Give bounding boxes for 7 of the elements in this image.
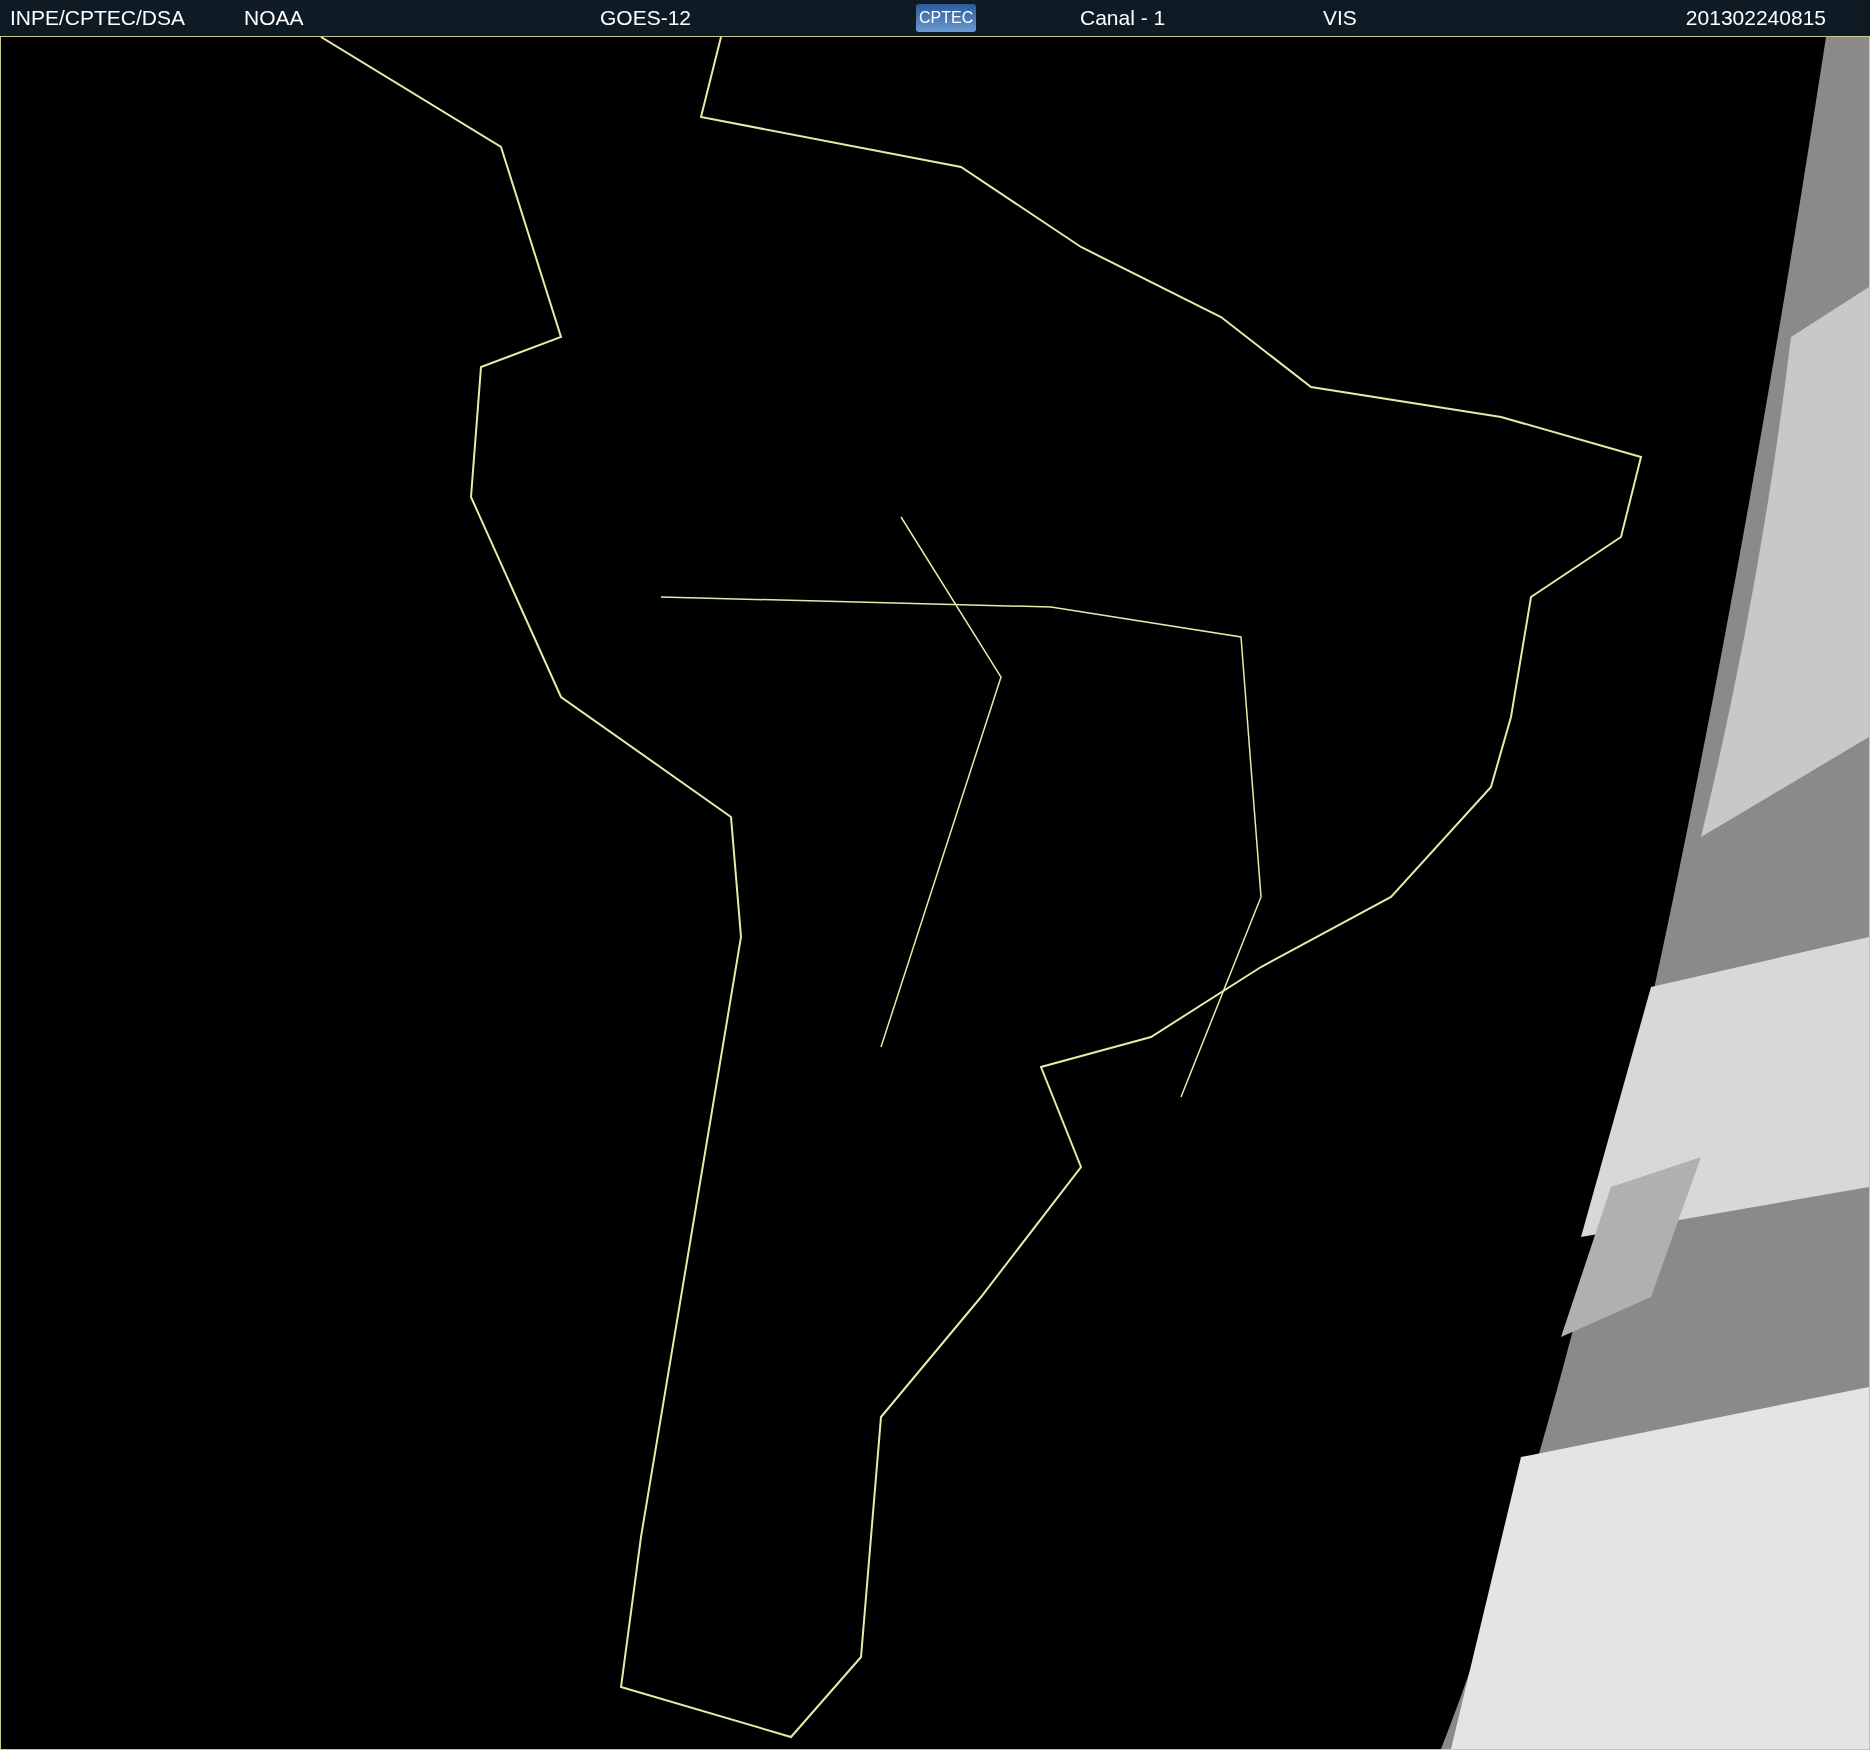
header-label: GOES-12: [600, 5, 693, 32]
header-label: VIS: [1323, 5, 1358, 32]
header-label: Canal - 1: [1080, 5, 1167, 32]
header-label: INPE/CPTEC/DSA: [10, 5, 187, 32]
header-label: NOAA: [244, 5, 305, 32]
logo: CPTEC: [916, 4, 977, 32]
header-label: 201302240815: [1685, 5, 1826, 32]
